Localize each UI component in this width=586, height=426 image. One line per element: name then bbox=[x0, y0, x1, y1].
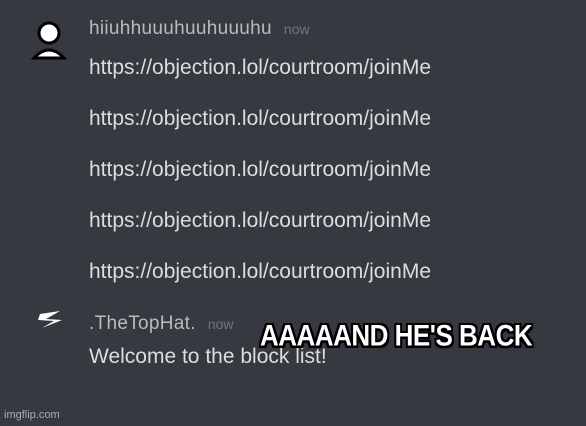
lightning-bolt-icon bbox=[38, 311, 62, 328]
message-line: https://objection.lol/courtroom/joinMe bbox=[89, 158, 431, 182]
message-line: https://objection.lol/courtroom/joinMe bbox=[89, 107, 431, 131]
message-header: hiiuhhuuuhuuhuuuhu now bbox=[89, 18, 310, 40]
user-silhouette-icon bbox=[30, 21, 68, 60]
avatar[interactable] bbox=[36, 306, 66, 332]
meme-caption: AAAAAND HE'S BACK bbox=[260, 318, 533, 353]
message-line: https://objection.lol/courtroom/joinMe bbox=[89, 56, 431, 80]
avatar[interactable] bbox=[28, 18, 70, 60]
watermark: imgflip.com bbox=[4, 409, 60, 421]
username[interactable]: .TheTopHat. bbox=[89, 313, 196, 335]
message-line: https://objection.lol/courtroom/joinMe bbox=[89, 209, 431, 233]
timestamp: now bbox=[207, 316, 234, 332]
username[interactable]: hiiuhhuuuhuuhuuuhu bbox=[89, 18, 272, 40]
message-link[interactable]: https://objection.lol/courtroom/joinMe bbox=[89, 56, 431, 79]
message-link[interactable]: https://objection.lol/courtroom/joinMe bbox=[89, 158, 431, 181]
message-link[interactable]: https://objection.lol/courtroom/joinMe bbox=[89, 107, 431, 130]
message-header: .TheTopHat. now bbox=[89, 313, 234, 335]
message-link[interactable]: https://objection.lol/courtroom/joinMe bbox=[89, 260, 431, 283]
timestamp: now bbox=[283, 21, 310, 37]
message-link[interactable]: https://objection.lol/courtroom/joinMe bbox=[89, 209, 431, 232]
message-line: https://objection.lol/courtroom/joinMe bbox=[89, 260, 431, 284]
